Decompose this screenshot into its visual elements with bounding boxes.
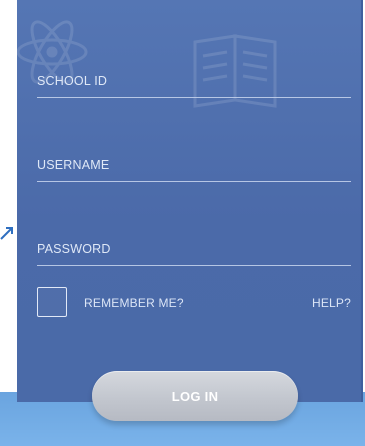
- remember-me-checkbox[interactable]: [37, 287, 67, 317]
- password-field[interactable]: PASSWORD: [37, 226, 351, 266]
- arrow-icon: [0, 227, 13, 240]
- options-row: REMEMBER ME? HELP?: [37, 287, 351, 321]
- password-label: PASSWORD: [37, 242, 111, 256]
- school-id-label: SCHOOL ID: [37, 74, 108, 88]
- school-id-underline: [37, 97, 351, 98]
- remember-me-label[interactable]: REMEMBER ME?: [84, 296, 184, 310]
- school-id-field[interactable]: SCHOOL ID: [37, 58, 351, 98]
- username-field[interactable]: USERNAME: [37, 142, 351, 182]
- username-underline: [37, 181, 351, 182]
- help-link[interactable]: HELP?: [312, 296, 351, 310]
- login-button[interactable]: LOG IN: [92, 371, 298, 421]
- username-label: USERNAME: [37, 158, 110, 172]
- password-underline: [37, 265, 351, 266]
